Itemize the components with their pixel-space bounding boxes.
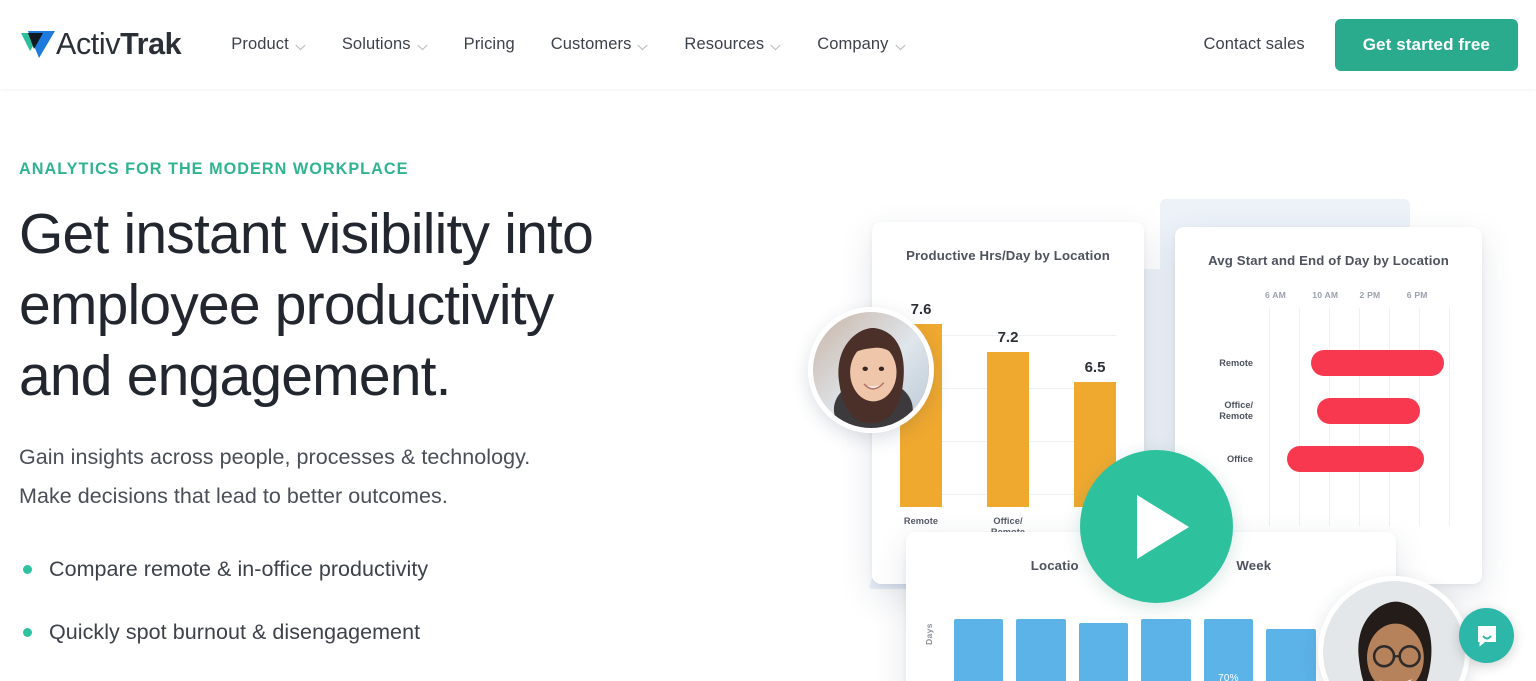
bar-rect: 70% bbox=[1203, 619, 1254, 681]
y-tick-label: Remote bbox=[1219, 357, 1253, 368]
activtrak-logo[interactable]: ActivTrak bbox=[19, 0, 182, 89]
avatar bbox=[808, 307, 934, 433]
bar-column: 100% bbox=[1141, 589, 1191, 681]
bar-column: 80% bbox=[1016, 589, 1066, 681]
landing-page: ActivTrak Product Solutions Pricing Cust… bbox=[0, 0, 1536, 681]
bar-value-label: 70% bbox=[1218, 672, 1239, 681]
contact-sales-link[interactable]: Contact sales bbox=[1203, 35, 1304, 54]
headline-line-1: Get instant visibility into bbox=[19, 202, 594, 266]
y-tick-label: Office/ Remote bbox=[1219, 400, 1253, 421]
y-axis-label: Days bbox=[924, 623, 934, 645]
nav-item-company[interactable]: Company bbox=[799, 0, 923, 89]
bar-group: 7.6 7.2 6.5 bbox=[900, 289, 1116, 507]
nav-label: Resources bbox=[684, 35, 765, 53]
chart-title-left: Locatio bbox=[1030, 558, 1079, 573]
nav-label: Pricing bbox=[463, 35, 515, 53]
bar-column: 100% bbox=[1078, 589, 1129, 681]
bar-column: 85% bbox=[1266, 589, 1316, 681]
nav-label: Company bbox=[817, 35, 889, 53]
hero-bullet-list: Compare remote & in-office productivity … bbox=[19, 556, 719, 645]
chevron-down-icon bbox=[417, 44, 428, 50]
bar-rect: 85% bbox=[1266, 629, 1316, 681]
list-item: Quickly spot burnout & disengagement bbox=[19, 619, 719, 645]
bar-value-label: 7.2 bbox=[997, 329, 1019, 346]
bar-rect bbox=[987, 352, 1029, 507]
bar-rect: 100% bbox=[1141, 619, 1191, 681]
bar-office-remote: 7.2 bbox=[987, 329, 1029, 507]
subcopy-line-2: Make decisions that lead to better outco… bbox=[19, 484, 448, 508]
hero-dashboard-collage: Productive Hrs/Day by Location 7.6 7.2 6… bbox=[770, 89, 1536, 681]
nav-item-solutions[interactable]: Solutions bbox=[324, 0, 446, 89]
chart-title: Productive Hrs/Day by Location bbox=[906, 248, 1110, 263]
x-tick-label: 6 PM bbox=[1406, 290, 1428, 300]
chart-title: Avg Start and End of Day by Location bbox=[1208, 253, 1449, 268]
bullet-label: Quickly spot burnout & disengagement bbox=[49, 620, 421, 644]
list-item: Compare remote & in-office productivity bbox=[19, 556, 719, 582]
page-title: Get instant visibility into employee pro… bbox=[19, 199, 699, 412]
chart-title-right: Week bbox=[1236, 558, 1272, 573]
chevron-down-icon bbox=[295, 44, 306, 50]
gantt-row-remote: Remote bbox=[1195, 346, 1454, 380]
bar-value-label: 6.5 bbox=[1084, 359, 1106, 376]
header-actions: Contact sales Get started free bbox=[1203, 18, 1536, 71]
bar-rect: 80% bbox=[1016, 619, 1066, 681]
bar-group: 85% 80% 100% 1 bbox=[954, 589, 1378, 681]
play-triangle-icon bbox=[1137, 494, 1189, 559]
play-video-button[interactable] bbox=[1080, 450, 1233, 603]
primary-navigation: Product Solutions Pricing Customers Reso… bbox=[213, 0, 923, 89]
x-axis-labels: 6 AM 10 AM 2 PM 6 PM bbox=[1265, 290, 1454, 300]
x-tick-label: 2 PM bbox=[1359, 290, 1381, 300]
nav-item-product[interactable]: Product bbox=[213, 0, 324, 89]
chart-plot-area: 6 AM 10 AM 2 PM 6 PM Remote Office/ Remo… bbox=[1195, 290, 1460, 540]
headline-line-2: employee productivity bbox=[19, 273, 554, 337]
nav-item-customers[interactable]: Customers bbox=[533, 0, 667, 89]
smiling-man-with-glasses-portrait-icon bbox=[1323, 581, 1465, 681]
chevron-down-icon bbox=[770, 44, 781, 50]
bullet-label: Compare remote & in-office productivity bbox=[49, 557, 429, 581]
nav-label: Product bbox=[231, 35, 289, 53]
subcopy-line-1: Gain insights across people, processes &… bbox=[19, 445, 531, 469]
bar-column-with-secondary: 70% bbox=[1203, 589, 1254, 681]
hero-eyebrow: ANALYTICS FOR THE MODERN WORKPLACE bbox=[19, 160, 409, 178]
hero-subcopy: Gain insights across people, processes &… bbox=[19, 438, 719, 516]
smiling-woman-portrait-icon bbox=[813, 312, 929, 428]
y-tick-label: Office bbox=[1226, 453, 1253, 464]
x-tick-label: 6 AM bbox=[1265, 290, 1287, 300]
bar-value-label: 7.6 bbox=[910, 301, 932, 318]
chevron-down-icon bbox=[637, 44, 648, 50]
bar-column: 85% bbox=[954, 589, 1004, 681]
activtrak-arrow-logo-icon bbox=[21, 30, 55, 58]
gantt-row-office: Office bbox=[1195, 442, 1454, 476]
bullet-dot-icon bbox=[23, 628, 32, 637]
gantt-bar bbox=[1287, 446, 1424, 472]
chat-launcher-button[interactable] bbox=[1459, 608, 1514, 663]
logo-word-trak: Trak bbox=[120, 27, 182, 62]
nav-label: Solutions bbox=[341, 35, 411, 53]
logo-word-activ: Activ bbox=[56, 27, 121, 62]
gantt-bar bbox=[1317, 398, 1420, 424]
get-started-free-button[interactable]: Get started free bbox=[1334, 18, 1518, 71]
nav-item-resources[interactable]: Resources bbox=[666, 0, 799, 89]
x-tick-label: 10 AM bbox=[1312, 290, 1339, 300]
gantt-bar bbox=[1311, 350, 1444, 376]
logo-wordmark: ActivTrak bbox=[56, 27, 182, 62]
nav-item-pricing[interactable]: Pricing bbox=[446, 0, 533, 89]
chevron-down-icon bbox=[895, 44, 905, 50]
site-header: ActivTrak Product Solutions Pricing Cust… bbox=[0, 0, 1536, 89]
chat-bubble-smile-icon bbox=[1477, 625, 1496, 646]
bar-rect: 85% bbox=[954, 619, 1004, 681]
bar-rect: 100% bbox=[1078, 623, 1129, 681]
nav-label: Customers bbox=[550, 35, 632, 53]
hero-copy: ANALYTICS FOR THE MODERN WORKPLACE Get i… bbox=[19, 160, 719, 681]
chart-plot-area: 7.6 7.2 6.5 bbox=[900, 289, 1116, 507]
gantt-row-office-remote: Office/ Remote bbox=[1195, 394, 1454, 428]
headline-line-3: and engagement. bbox=[19, 344, 452, 408]
bullet-dot-icon bbox=[23, 565, 32, 574]
